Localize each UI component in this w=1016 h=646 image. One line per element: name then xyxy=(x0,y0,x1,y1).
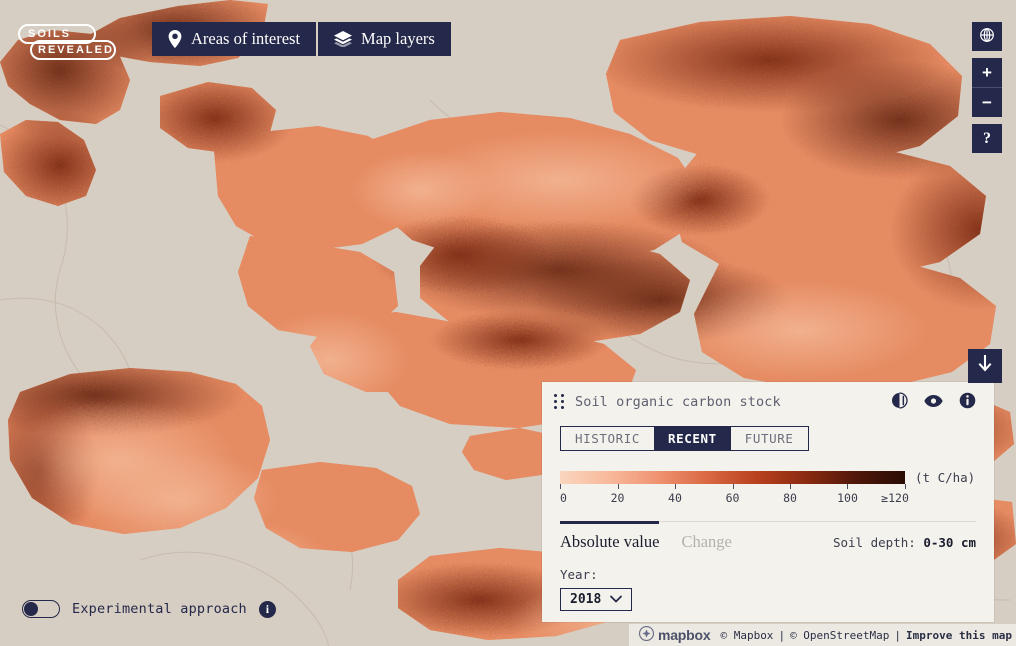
colorbar-tick-label: ≥120 xyxy=(881,491,909,505)
colorbar-tick xyxy=(733,484,734,489)
globe-icon xyxy=(979,27,995,47)
panel-body: HISTORIC RECENT FUTURE 0 20 40 60 80 100 ≥120 … xyxy=(542,422,994,611)
mode-change[interactable]: Change xyxy=(681,522,731,552)
mapbox-mark-icon xyxy=(639,626,654,644)
mapbox-wordmark: mapbox xyxy=(658,627,710,643)
year-select[interactable]: 2018 xyxy=(560,588,632,611)
colorbar-tick-label: 100 xyxy=(837,491,858,505)
colorbar-tick xyxy=(560,484,561,489)
logo-text-revealed: REVEALED xyxy=(38,40,114,60)
pin-icon xyxy=(168,30,182,48)
mode-absolute-value[interactable]: Absolute value xyxy=(560,521,659,552)
zoom-out-button[interactable]: − xyxy=(972,87,1002,117)
contrast-icon[interactable] xyxy=(891,392,908,413)
plus-icon: + xyxy=(982,64,992,81)
colorbar-tick xyxy=(847,484,848,489)
tab-historic[interactable]: HISTORIC xyxy=(561,427,654,450)
soil-depth-value: 0-30 cm xyxy=(923,535,976,550)
colorbar-tick-label: 80 xyxy=(783,491,797,505)
map-controls: + − ? xyxy=(972,22,1002,153)
experimental-approach-toggle[interactable] xyxy=(22,600,60,618)
help-button[interactable]: ? xyxy=(972,124,1002,153)
question-mark-icon: ? xyxy=(983,130,991,148)
colorbar-tick xyxy=(790,484,791,489)
value-mode-row: Absolute value Change Soil depth: 0-30 c… xyxy=(560,522,976,552)
experimental-info-icon[interactable]: i xyxy=(259,601,276,618)
legend-unit: (t C/ha) xyxy=(915,471,975,485)
tab-recent[interactable]: RECENT xyxy=(654,427,731,450)
panel-header: Soil organic carbon stock xyxy=(542,382,994,422)
legend-colorbar: 0 20 40 60 80 100 ≥120 (t C/ha) xyxy=(560,471,976,507)
minus-icon: − xyxy=(982,94,992,111)
app-logo[interactable]: SOILS REVEALED xyxy=(18,24,116,62)
areas-of-interest-label: Areas of interest xyxy=(191,29,300,49)
attribution-mapbox-link[interactable]: © Mapbox xyxy=(720,629,773,642)
experimental-approach-label: Experimental approach xyxy=(72,601,247,617)
top-navigation: Areas of interest Map layers xyxy=(152,22,451,56)
time-period-tabs: HISTORIC RECENT FUTURE xyxy=(560,426,809,451)
colorbar-wrap: 020406080100≥120 xyxy=(560,471,905,507)
globe-button[interactable] xyxy=(972,22,1002,51)
map-layers-button[interactable]: Map layers xyxy=(318,22,451,56)
eye-icon[interactable] xyxy=(924,393,943,412)
colorbar-tick-label: 40 xyxy=(668,491,682,505)
colorbar-tick-label: 60 xyxy=(726,491,740,505)
colorbar-gradient xyxy=(560,471,905,484)
attribution-separator-1: | xyxy=(778,629,785,642)
map-layers-label: Map layers xyxy=(361,29,435,49)
chevron-down-icon xyxy=(610,592,622,607)
drag-handle-icon[interactable] xyxy=(554,394,566,410)
soil-depth-label: Soil depth: xyxy=(833,535,916,550)
zoom-in-button[interactable]: + xyxy=(972,58,1002,87)
info-icon[interactable] xyxy=(959,392,976,413)
colorbar-tick xyxy=(905,484,906,489)
attribution-osm-link[interactable]: © OpenStreetMap xyxy=(790,629,889,642)
experimental-approach-row: Experimental approach i xyxy=(22,600,276,618)
layers-icon xyxy=(334,31,352,47)
tab-future[interactable]: FUTURE xyxy=(731,427,808,450)
toggle-knob xyxy=(24,602,38,616)
collapse-panel-button[interactable] xyxy=(968,349,1002,383)
panel-header-icons xyxy=(891,392,976,413)
panel-title: Soil organic carbon stock xyxy=(575,394,891,410)
soil-depth: Soil depth: 0-30 cm xyxy=(833,522,976,550)
colorbar-ticks xyxy=(560,484,905,491)
attribution-improve-link[interactable]: Improve this map xyxy=(906,629,1012,642)
year-value: 2018 xyxy=(570,592,601,607)
colorbar-tick-label: 0 xyxy=(560,491,567,505)
year-label: Year: xyxy=(560,567,976,582)
colorbar-tick-label: 20 xyxy=(611,491,625,505)
zoom-control-stack: + − xyxy=(972,58,1002,117)
attribution-separator-2: | xyxy=(894,629,901,642)
areas-of-interest-button[interactable]: Areas of interest xyxy=(152,22,316,56)
colorbar-tick xyxy=(675,484,676,489)
colorbar-tick-labels: 020406080100≥120 xyxy=(560,491,905,507)
app-root: SOILS REVEALED Areas of interest Map lay… xyxy=(0,0,1016,646)
layer-legend-panel: Soil organic carbon stock xyxy=(542,382,994,622)
attribution-links: © Mapbox | © OpenStreetMap | Improve thi… xyxy=(720,629,1012,642)
colorbar-tick xyxy=(618,484,619,489)
map-attribution: mapbox © Mapbox | © OpenStreetMap | Impr… xyxy=(629,624,1016,646)
mapbox-logo[interactable]: mapbox xyxy=(639,626,710,644)
arrow-down-icon xyxy=(977,355,993,377)
